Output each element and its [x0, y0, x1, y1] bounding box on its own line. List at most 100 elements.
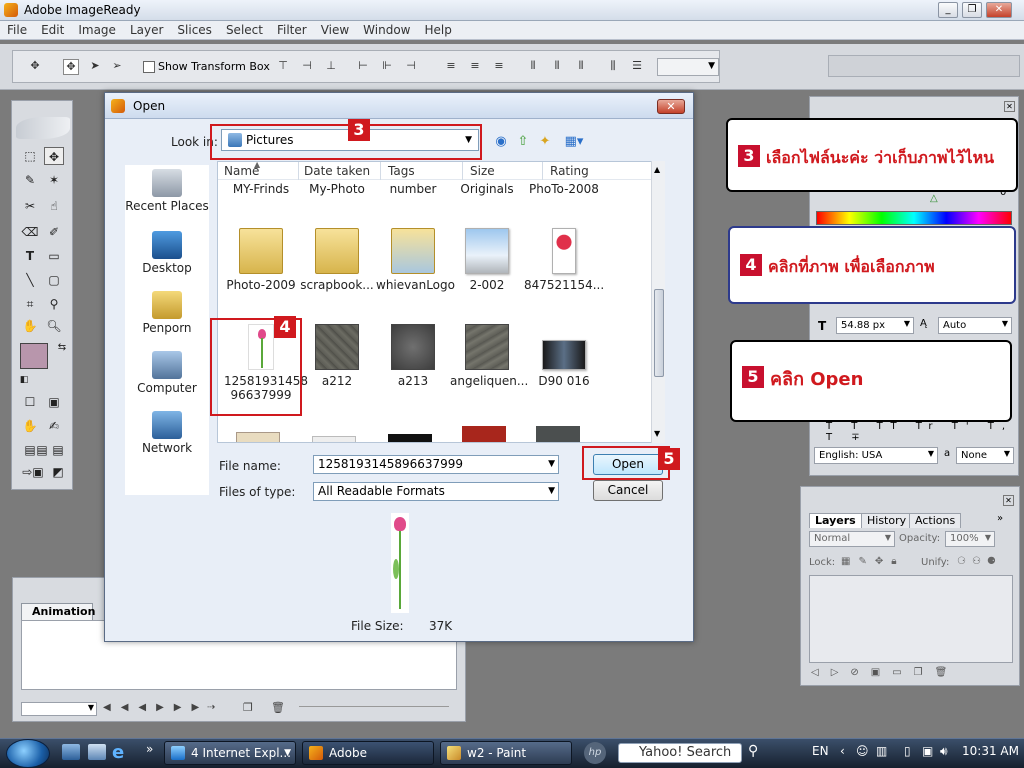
menu-layer[interactable]: Layer [123, 21, 170, 37]
language-dropdown[interactable]: English: USA ▼ [814, 447, 938, 464]
animation-playback-controls[interactable]: ◀◀◀▶▶▶ [103, 702, 209, 713]
screen-mode-max-icon[interactable]: ▤ [48, 441, 68, 459]
match-height-icon[interactable]: ☰ [629, 59, 645, 75]
magic-wand-icon[interactable]: ✶ [44, 171, 64, 189]
unify-icons[interactable]: ⚆⚇⚈ [957, 556, 1002, 567]
align-vcenter-icon[interactable]: ⊣ [299, 59, 315, 75]
quicklaunch-more-icon[interactable]: » [146, 742, 153, 756]
tween-icon[interactable]: ⇢ [207, 702, 215, 713]
menu-view[interactable]: View [314, 21, 356, 37]
jump-to-photoshop-icon[interactable]: ◩ [48, 463, 68, 481]
menu-window[interactable]: Window [356, 21, 417, 37]
image-map-visibility-icon[interactable]: ▣ [44, 393, 64, 411]
list-item[interactable]: scrapbook... [300, 228, 374, 292]
switch-windows-icon[interactable] [88, 744, 106, 760]
tab-history[interactable]: History [861, 513, 913, 528]
layers-bottom-toolbar[interactable]: ◁▷⊘▣▭❐🗑︎ [811, 667, 959, 678]
distribute-top-icon[interactable]: ≡ [443, 59, 459, 75]
layers-menu-icon[interactable]: » [997, 513, 1003, 524]
file-name-input[interactable]: 1258193145896637999 ▼ [313, 455, 559, 474]
loop-dropdown[interactable]: ▼ [21, 702, 97, 716]
crop-tool-icon[interactable]: ⌗ [20, 295, 40, 313]
column-tags[interactable]: Tags [388, 164, 415, 178]
scroll-thumb[interactable] [654, 289, 664, 377]
minimize-button[interactable]: _ [938, 2, 958, 18]
toggle-slice-visibility-icon[interactable]: ☐ [20, 393, 40, 411]
task-internet-explorer[interactable]: 4 Internet Expl... ▼ [164, 741, 296, 765]
leading-field[interactable]: Auto ▼ [938, 317, 1012, 334]
preview-hand-icon[interactable]: ✋ [20, 417, 40, 435]
match-width-icon[interactable]: ⫼ [605, 59, 621, 75]
rectangle-tool-icon[interactable]: ▭ [44, 247, 64, 265]
list-item[interactable]: whievanLogo [376, 228, 455, 292]
font-style-buttons[interactable]: T T TT Tr T' T, T ∓ [826, 421, 1018, 443]
distribute-bottom-icon[interactable]: ≡ [491, 59, 507, 75]
slice-select-icon[interactable]: ☝ [44, 197, 64, 215]
opacity-field[interactable]: 100% ▼ [945, 531, 995, 547]
scroll-up-icon[interactable]: ▲ [654, 165, 660, 174]
tray-expand-icon[interactable]: ‹ [840, 744, 845, 758]
move-tool-active-icon[interactable]: ✥ [63, 59, 79, 75]
list-item[interactable]: 2-002 [450, 228, 524, 292]
place-recent-places[interactable]: Recent Places [125, 169, 209, 213]
lock-icons[interactable]: ▦✎✥🔒︎ [841, 556, 905, 567]
list-item[interactable]: D90 016 [524, 324, 604, 388]
task-paint[interactable]: w2 - Paint [440, 741, 572, 765]
list-item[interactable]: 847521154... [524, 228, 604, 292]
tray-network-icon[interactable]: ▥ [876, 744, 887, 758]
align-hcenter-icon[interactable]: ⊩ [379, 59, 395, 75]
move-tool-preset-icon[interactable]: ✥ [27, 59, 43, 75]
files-of-type-dropdown[interactable]: All Readable Formats ▼ [313, 482, 559, 501]
column-size[interactable]: Size [470, 164, 495, 178]
tray-monitor-icon[interactable]: ▣ [922, 744, 933, 758]
file-list-scrollbar[interactable]: ▲ ▼ [651, 161, 665, 443]
tray-volume-icon[interactable]: 🔊︎ [940, 744, 948, 759]
tab-layers[interactable]: Layers [809, 513, 862, 528]
foreground-color-swatch[interactable] [20, 343, 48, 369]
blend-mode-dropdown[interactable]: Normal ▼ [809, 531, 895, 547]
restore-button[interactable]: ❐ [962, 2, 982, 18]
delete-frame-icon[interactable]: 🗑︎ [271, 701, 285, 714]
align-left-icon[interactable]: ⊢ [355, 59, 371, 75]
align-bottom-icon[interactable]: ⊥ [323, 59, 339, 75]
show-transform-box-checkbox[interactable] [143, 61, 155, 73]
type-tool-icon[interactable]: T [20, 247, 40, 265]
duplicate-frame-icon[interactable]: ❐ [243, 701, 253, 714]
cancel-button[interactable]: Cancel [593, 480, 663, 501]
menu-file[interactable]: File [0, 21, 34, 37]
optimize-field[interactable] [828, 55, 1020, 77]
yahoo-search-input[interactable]: Yahoo! Search [618, 743, 742, 763]
search-icon[interactable]: ⚲ [748, 743, 758, 759]
menu-select[interactable]: Select [219, 21, 270, 37]
rollover-preview-icon[interactable]: ✍ [44, 417, 64, 435]
tab-actions[interactable]: Actions [909, 513, 962, 528]
views-menu-icon[interactable]: ▦▾ [561, 134, 587, 150]
animation-scrollbar[interactable] [299, 706, 449, 707]
list-item[interactable]: angeliquen... [450, 324, 528, 388]
eraser-tool-icon[interactable]: ⌫ [20, 223, 40, 241]
panel-close-icon[interactable]: ✕ [1004, 101, 1015, 112]
show-desktop-icon[interactable] [62, 744, 80, 760]
font-size-field[interactable]: 54.88 px ▼ [836, 317, 914, 334]
menu-help[interactable]: Help [418, 21, 459, 37]
clock[interactable]: 10:31 AM [962, 744, 1019, 758]
place-computer[interactable]: Computer [125, 351, 209, 395]
list-item[interactable]: My-Photo [300, 182, 374, 196]
menu-filter[interactable]: Filter [270, 21, 314, 37]
tab-animation[interactable]: Animation [21, 603, 95, 620]
eyedropper-tool-icon[interactable]: ⚲ [44, 295, 64, 313]
dialog-close-button[interactable]: ✕ [657, 99, 685, 114]
menu-edit[interactable]: Edit [34, 21, 71, 37]
distribute-vcenter-icon[interactable]: ≡ [467, 59, 483, 75]
align-right-icon[interactable]: ⊣ [403, 59, 419, 75]
column-rating[interactable]: Rating [550, 164, 589, 178]
selection-arrow-icon[interactable]: ➤ [87, 59, 103, 75]
list-item[interactable]: a213 [376, 324, 450, 388]
language-indicator[interactable]: EN [812, 744, 829, 758]
up-folder-icon[interactable]: ⇧ [515, 134, 531, 150]
tray-safely-remove-icon[interactable]: ▯ [904, 744, 911, 758]
default-colors-icon[interactable]: ◧ [14, 371, 34, 389]
anti-alias-dropdown[interactable]: None ▼ [956, 447, 1014, 464]
list-item[interactable]: MY-Frinds [224, 182, 298, 196]
menu-image[interactable]: Image [71, 21, 123, 37]
